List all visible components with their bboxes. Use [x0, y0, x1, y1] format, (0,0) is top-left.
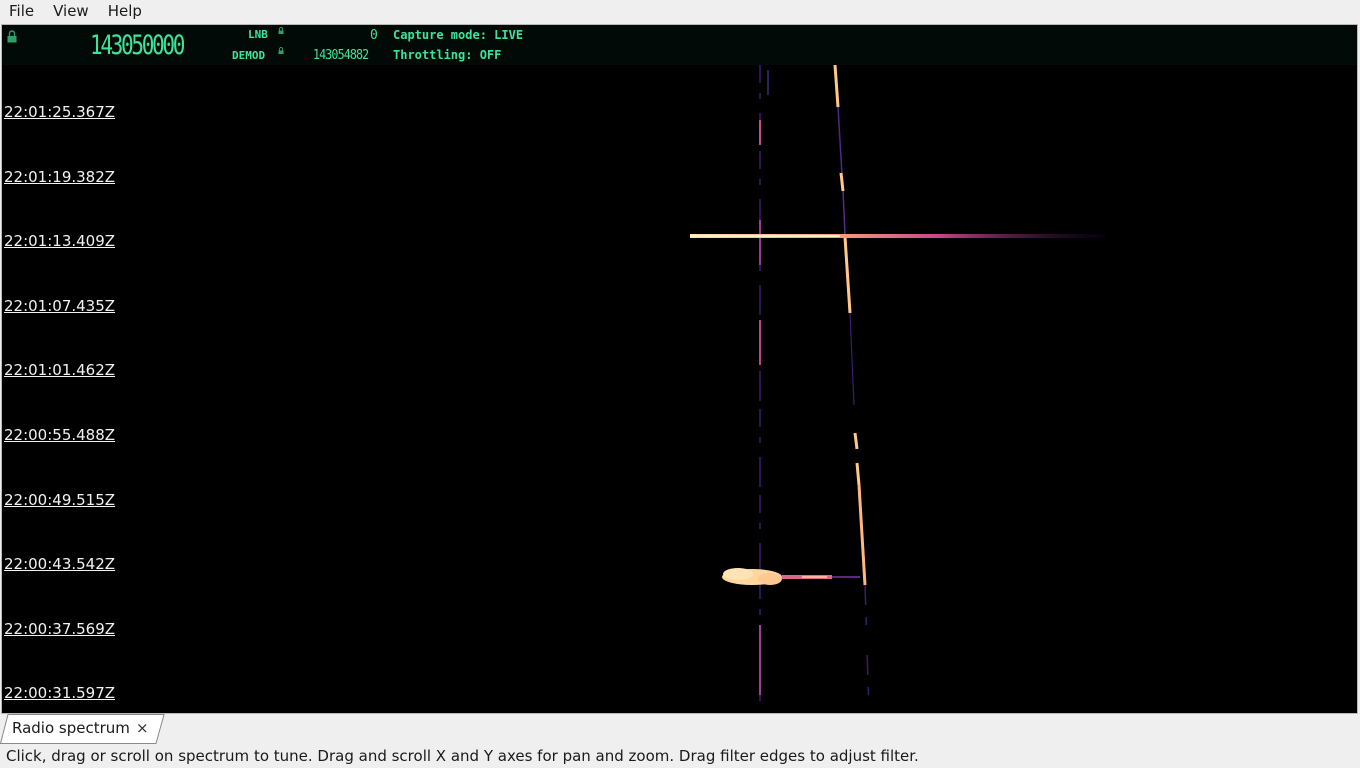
tab-bar: Radio spectrum ×: [0, 714, 1360, 744]
timestamp-label[interactable]: 22:01:25.367Z: [4, 103, 115, 121]
timestamp-label[interactable]: 22:00:55.488Z: [4, 426, 115, 444]
menu-bar: File View Help: [0, 0, 1360, 22]
frequency-header: 143050000 LNB 0 DEMOD 143054882 Capture …: [2, 25, 1357, 65]
demod-lock-icon[interactable]: [278, 47, 284, 54]
timestamp-label[interactable]: 22:00:37.569Z: [4, 620, 115, 638]
timestamp-label[interactable]: 22:00:43.542Z: [4, 555, 115, 573]
throttling-status: Throttling: OFF: [393, 48, 502, 62]
timestamp-label[interactable]: 22:01:01.462Z: [4, 361, 115, 379]
timestamp-label[interactable]: 22:01:07.435Z: [4, 297, 115, 315]
timestamp-label[interactable]: 22:00:31.597Z: [4, 684, 115, 702]
demod-frequency[interactable]: 143054882: [313, 48, 369, 63]
timestamp-label[interactable]: 22:00:49.515Z: [4, 491, 115, 509]
timestamp-label[interactable]: 22:01:19.382Z: [4, 168, 115, 186]
horizontal-burst-upper: [690, 234, 1105, 238]
capture-mode-status: Capture mode: LIVE: [393, 28, 524, 42]
menu-help[interactable]: Help: [104, 2, 146, 20]
menu-view[interactable]: View: [49, 2, 93, 20]
close-icon[interactable]: ×: [136, 719, 149, 737]
lnb-label: LNB: [248, 28, 268, 41]
waterfall-display[interactable]: 22:01:25.367Z 22:01:19.382Z 22:01:13.409Z 2…: [2, 65, 1357, 713]
menu-file[interactable]: File: [5, 2, 38, 20]
horizontal-burst-lower: [722, 568, 860, 585]
demod-label: DEMOD: [232, 49, 266, 62]
status-hint: Click, drag or scroll on spectrum to tun…: [6, 747, 919, 765]
timestamp-label[interactable]: 22:01:13.409Z: [4, 232, 115, 250]
main-frequency[interactable]: 143050000: [90, 31, 185, 61]
tab-label: Radio spectrum: [12, 719, 130, 737]
drifting-signal-trace: [833, 65, 870, 713]
lock-icon[interactable]: [7, 30, 17, 43]
carrier-trace-left: [759, 65, 769, 713]
waterfall-traces: [690, 65, 1105, 713]
lnb-lock-icon[interactable]: [278, 27, 284, 34]
